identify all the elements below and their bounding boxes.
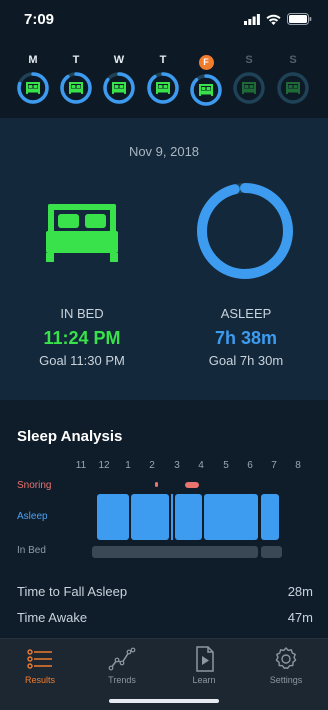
- sleep-analysis: Sleep Analysis 11 12 1 2 3 4 5 6 7 8 Sno…: [0, 404, 328, 638]
- day-letter: T: [159, 54, 167, 66]
- asleep-segment: [175, 494, 202, 540]
- day-monday[interactable]: M: [15, 52, 51, 105]
- metric-value: 47m: [287, 610, 313, 625]
- bed-icon: [26, 82, 40, 94]
- metric-label: Time Awake: [17, 610, 88, 625]
- day-letter: W: [113, 54, 125, 66]
- in-bed-segment: [261, 546, 282, 558]
- asleep-segment: [171, 494, 173, 540]
- hour-tick-label: 8: [295, 460, 301, 471]
- day-progress-ring: [147, 72, 179, 104]
- in-bed-label: IN BED: [60, 306, 104, 321]
- results-list-icon: [27, 649, 52, 669]
- bed-icon: [286, 82, 300, 94]
- hour-axis: 11 12 1 2 3 4 5 6 7 8: [0, 460, 328, 474]
- tab-learn[interactable]: Learn: [174, 645, 234, 685]
- in-bed-value: 11:24 PM: [43, 328, 121, 348]
- asleep-segment: [204, 494, 258, 540]
- day-progress-ring: [277, 72, 309, 104]
- snoring-segment: [155, 482, 158, 487]
- in-bed-segment: [92, 546, 258, 558]
- day-letter: S: [245, 54, 253, 66]
- asleep-segment: [131, 494, 169, 540]
- bed-icon: [156, 82, 170, 94]
- battery-icon: [287, 13, 312, 25]
- hour-tick-label: 2: [149, 460, 155, 471]
- hour-tick-label: 7: [271, 460, 277, 471]
- snoring-segment: [185, 482, 199, 488]
- day-progress-ring: [190, 74, 222, 106]
- asleep-value: 7h 38m: [214, 328, 278, 348]
- day-progress-ring: [60, 72, 92, 104]
- day-progress-arc: [147, 72, 179, 104]
- metric-time-to-fall-asleep: Time to Fall Asleep 28m: [17, 584, 313, 599]
- day-letter-today: F: [198, 55, 214, 70]
- day-progress-ring: [233, 72, 265, 104]
- status-time: 7:09: [24, 11, 55, 28]
- sleep-timeline[interactable]: [0, 478, 328, 560]
- learn-doc-icon: [196, 646, 214, 672]
- day-letter: M: [28, 54, 38, 66]
- hour-tick-label: 5: [223, 460, 229, 471]
- metric-time-awake: Time Awake 47m: [17, 610, 313, 625]
- day-progress-ring: [17, 72, 49, 104]
- asleep-progress-ring: [197, 183, 293, 279]
- tab-label: Trends: [108, 675, 136, 685]
- bed-icon: [112, 82, 126, 94]
- settings-gear-icon: [275, 647, 297, 669]
- metric-value: 28m: [287, 584, 313, 599]
- bed-icon: [69, 82, 83, 94]
- day-progress-arc: [190, 74, 222, 106]
- tab-settings[interactable]: Settings: [256, 645, 316, 685]
- week-strip: M T W T F S S: [0, 40, 328, 118]
- summary-date: Nov 9, 2018: [128, 144, 200, 159]
- day-progress-arc: [103, 72, 135, 104]
- day-letter: T: [72, 54, 80, 66]
- in-bed-goal: Goal 11:30 PM: [39, 353, 125, 368]
- day-progress-arc: [60, 72, 92, 104]
- status-icons: [244, 13, 312, 25]
- day-friday[interactable]: F: [188, 52, 224, 107]
- tab-label: Results: [24, 675, 55, 685]
- asleep-segment: [261, 494, 279, 540]
- tab-results[interactable]: Results: [10, 645, 70, 685]
- home-indicator[interactable]: [109, 699, 219, 703]
- hour-tick-label: 6: [247, 460, 253, 471]
- day-progress-ring: [103, 72, 135, 104]
- day-letter: S: [289, 54, 297, 66]
- asleep-segment: [97, 494, 129, 540]
- wifi-icon: [266, 14, 281, 25]
- asleep-label: ASLEEP: [220, 306, 272, 321]
- bed-icon: [46, 204, 118, 262]
- trends-line-icon: [108, 647, 136, 671]
- cellular-signal-icon: [244, 13, 260, 25]
- day-thursday[interactable]: T: [145, 52, 181, 105]
- day-tuesday[interactable]: T: [58, 52, 94, 105]
- tab-label: Settings: [269, 675, 303, 685]
- tab-trends[interactable]: Trends: [92, 645, 152, 685]
- hour-tick-label: 12: [98, 460, 110, 471]
- status-bar: 7:09: [0, 0, 328, 40]
- hour-tick-label: 3: [174, 460, 180, 471]
- metric-label: Time to Fall Asleep: [17, 584, 128, 599]
- hour-tick-label: 4: [198, 460, 204, 471]
- hour-tick-label: 1: [125, 460, 131, 471]
- day-saturday[interactable]: S: [231, 52, 267, 105]
- night-summary: Nov 9, 2018 IN BED 11:24 PM Goal 11:30 P…: [0, 118, 328, 400]
- sleep-analysis-title: Sleep Analysis: [17, 428, 123, 445]
- bed-icon: [242, 82, 256, 94]
- bed-icon: [199, 84, 213, 96]
- day-sunday[interactable]: S: [275, 52, 311, 105]
- day-wednesday[interactable]: W: [101, 52, 137, 105]
- asleep-goal: Goal 7h 30m: [208, 353, 284, 368]
- tab-label: Learn: [192, 675, 216, 685]
- hour-tick-label: 11: [75, 460, 87, 471]
